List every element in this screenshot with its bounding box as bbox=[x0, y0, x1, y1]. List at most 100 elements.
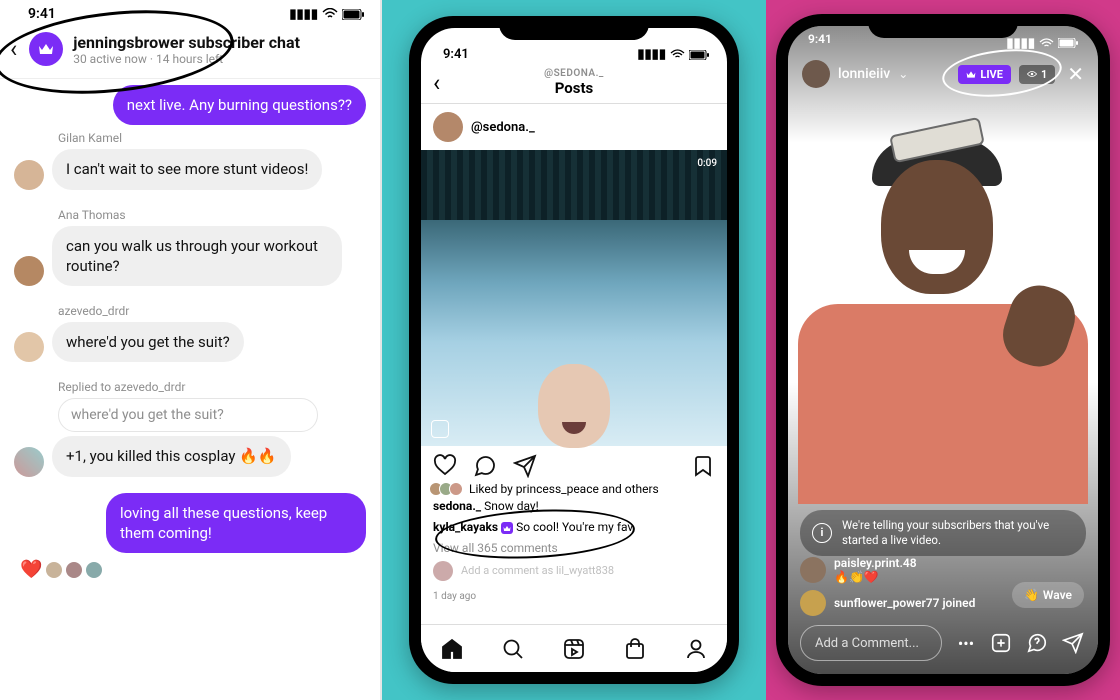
live-comment-row[interactable]: sunflower_power77 joined bbox=[800, 590, 975, 616]
media-bg bbox=[421, 150, 727, 220]
back-icon[interactable]: ‹ bbox=[433, 69, 440, 97]
chat-subtitle: 30 active now · 14 hours left bbox=[73, 52, 300, 66]
send-icon[interactable] bbox=[1062, 632, 1086, 654]
self-message[interactable]: next live. Any burning questions?? bbox=[113, 85, 366, 125]
nav-username: @SEDONA._ bbox=[544, 68, 604, 80]
status-icons: ▮▮▮▮ bbox=[289, 7, 364, 22]
comment-text: So cool! You're my fav bbox=[516, 520, 633, 534]
home-icon[interactable] bbox=[440, 637, 464, 661]
status-icons: ▮▮▮▮ bbox=[637, 47, 709, 62]
quoted-message[interactable]: where'd you get the suit? bbox=[58, 398, 318, 432]
reels-icon[interactable] bbox=[562, 637, 586, 661]
add-comment-placeholder[interactable]: Add a comment as lil_wyatt838 bbox=[461, 564, 614, 577]
post-caption: sedona._ Snow day! bbox=[421, 496, 727, 517]
shop-icon[interactable] bbox=[623, 637, 647, 661]
sender-name: Gilan Kamel bbox=[58, 131, 366, 145]
other-message[interactable]: +1, you killed this cosplay 🔥🔥 bbox=[52, 436, 291, 476]
chat-title: jenningsbrower subscriber chat bbox=[73, 33, 300, 52]
status-icons: ▮▮▮▮ bbox=[1006, 32, 1078, 54]
avatar[interactable] bbox=[14, 447, 44, 477]
chevron-down-icon[interactable]: ⌄ bbox=[898, 67, 908, 81]
avatar[interactable] bbox=[433, 112, 463, 142]
author-username[interactable]: @sedona._ bbox=[471, 120, 535, 135]
profile-icon[interactable] bbox=[684, 637, 708, 661]
subscriber-chat-panel: 9:41 ▮▮▮▮ ‹ jenningsbrower subscriber ch… bbox=[0, 0, 382, 700]
message-row: can you walk us through your workout rou… bbox=[14, 226, 366, 287]
live-info-text: We're telling your subscribers that you'… bbox=[842, 518, 1074, 548]
nav-title: Posts bbox=[544, 80, 604, 97]
post-media[interactable]: 0:09 bbox=[421, 150, 727, 446]
comment-text: 🔥👏❤️ bbox=[834, 570, 917, 584]
live-comment-row[interactable]: paisley.print.48 🔥👏❤️ bbox=[800, 556, 975, 584]
share-icon[interactable] bbox=[513, 454, 537, 478]
message-reactions[interactable]: ❤️ bbox=[20, 559, 366, 580]
sender-name: azevedo_drdr bbox=[58, 304, 366, 318]
wifi-icon bbox=[322, 8, 338, 20]
signal-icon: ▮▮▮▮ bbox=[1006, 36, 1035, 51]
comment-user[interactable]: kyla_kayaks bbox=[433, 520, 498, 534]
search-icon[interactable] bbox=[501, 637, 525, 661]
battery-icon bbox=[342, 9, 364, 20]
live-label: LIVE bbox=[980, 68, 1003, 81]
signal-icon: ▮▮▮▮ bbox=[637, 47, 666, 62]
phone-frame: 9:41 ▮▮▮▮ lonnieiiv ⌄ LIVE bbox=[776, 14, 1110, 686]
phone-screen: 9:41 ▮▮▮▮ ‹ @SEDONA._ Posts bbox=[421, 28, 727, 672]
other-message[interactable]: can you walk us through your workout rou… bbox=[52, 226, 342, 287]
reply-context: Replied to azevedo_drdr bbox=[58, 380, 366, 394]
live-comments: paisley.print.48 🔥👏❤️ sunflower_power77 … bbox=[800, 550, 975, 616]
caption-user[interactable]: sedona._ bbox=[433, 499, 481, 513]
reactor-avatar bbox=[66, 562, 82, 578]
avatar[interactable] bbox=[802, 60, 830, 88]
post-action-bar bbox=[421, 446, 727, 482]
post-author-row[interactable]: @sedona._ bbox=[421, 104, 727, 150]
chat-body[interactable]: next live. Any burning questions?? Gilan… bbox=[0, 79, 380, 590]
caption-text: Snow day! bbox=[484, 499, 539, 513]
reactor-avatar bbox=[86, 562, 102, 578]
likes-line[interactable]: Liked by princess_peace and others bbox=[421, 482, 727, 496]
message-row: I can't wait to see more stunt videos! bbox=[14, 149, 366, 189]
other-message[interactable]: where'd you get the suit? bbox=[52, 322, 244, 362]
avatar[interactable] bbox=[14, 332, 44, 362]
reel-icon bbox=[431, 420, 449, 438]
wave-button[interactable]: 👋 Wave bbox=[1012, 582, 1084, 608]
message-row: +1, you killed this cosplay 🔥🔥 bbox=[14, 436, 366, 476]
add-comment-row[interactable]: Add a comment as lil_wyatt838 bbox=[421, 557, 727, 585]
heart-reaction-icon[interactable]: ❤️ bbox=[20, 559, 42, 580]
live-video[interactable] bbox=[788, 116, 1098, 504]
question-icon[interactable] bbox=[1026, 632, 1050, 654]
liked-by-text[interactable]: Liked by princess_peace and others bbox=[469, 482, 659, 496]
avatar[interactable] bbox=[14, 160, 44, 190]
subscriber-badge-icon bbox=[501, 522, 513, 534]
more-icon[interactable]: ••• bbox=[954, 634, 978, 653]
self-message[interactable]: loving all these questions, keep them co… bbox=[106, 493, 366, 554]
wave-icon: 👋 bbox=[1024, 588, 1039, 602]
viewer-count-pill[interactable]: 1 bbox=[1019, 65, 1055, 84]
wifi-icon bbox=[670, 49, 685, 60]
live-badge: LIVE bbox=[958, 65, 1011, 84]
post-timestamp: 1 day ago bbox=[421, 585, 727, 608]
message-row: where'd you get the suit? bbox=[14, 322, 366, 362]
broadcaster-username[interactable]: lonnieiiv bbox=[838, 66, 890, 82]
avatar[interactable] bbox=[14, 256, 44, 286]
phone-frame: 9:41 ▮▮▮▮ ‹ @SEDONA._ Posts bbox=[409, 16, 739, 684]
join-notice: sunflower_power77 joined bbox=[834, 596, 975, 610]
status-bar: 9:41 ▮▮▮▮ bbox=[0, 0, 380, 24]
add-guest-icon[interactable] bbox=[990, 632, 1014, 654]
subscriber-comment[interactable]: kyla_kayaks So cool! You're my fav bbox=[421, 517, 727, 538]
eye-icon bbox=[1027, 70, 1037, 78]
sender-name: Ana Thomas bbox=[58, 208, 366, 222]
comment-icon[interactable] bbox=[473, 454, 497, 478]
battery-icon bbox=[689, 50, 709, 60]
media-subject bbox=[538, 364, 610, 434]
like-icon[interactable] bbox=[433, 454, 457, 478]
back-icon[interactable]: ‹ bbox=[8, 35, 19, 63]
feed-post-panel: 9:41 ▮▮▮▮ ‹ @SEDONA._ Posts bbox=[382, 0, 766, 700]
bookmark-icon[interactable] bbox=[691, 454, 715, 478]
comment-input[interactable]: Add a Comment... bbox=[800, 625, 942, 661]
video-duration: 0:09 bbox=[697, 158, 717, 169]
reactor-avatar bbox=[46, 562, 62, 578]
signal-icon: ▮▮▮▮ bbox=[289, 7, 318, 22]
close-icon[interactable]: ✕ bbox=[1067, 62, 1084, 86]
view-all-comments[interactable]: View all 365 comments bbox=[421, 539, 727, 557]
other-message[interactable]: I can't wait to see more stunt videos! bbox=[52, 149, 322, 189]
